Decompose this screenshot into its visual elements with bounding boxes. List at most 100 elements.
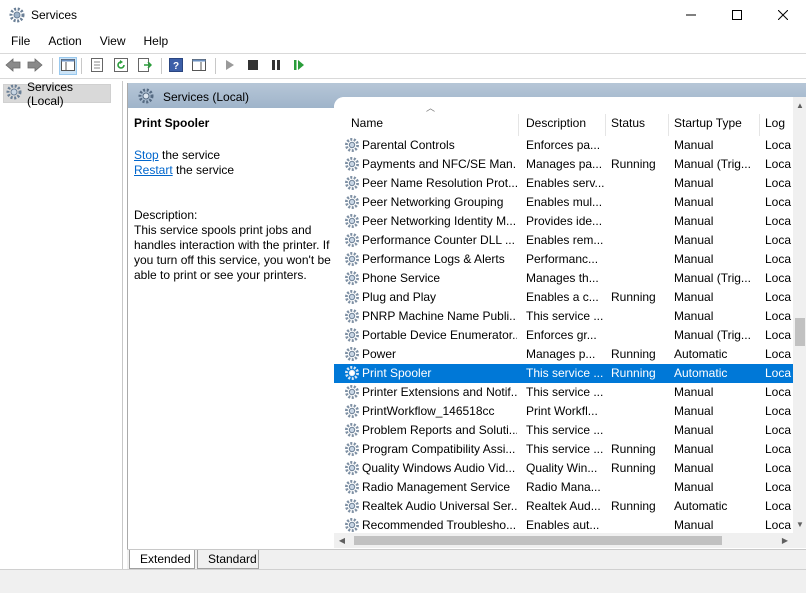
column-header-description[interactable]: Description <box>521 114 606 136</box>
table-row[interactable]: Power Manages p... Running Automatic Loca <box>334 345 793 364</box>
column-header-name[interactable]: Name <box>346 114 519 136</box>
table-row[interactable]: Phone Service Manages th... Manual (Trig..… <box>334 269 793 288</box>
export-list-button[interactable] <box>136 57 154 75</box>
scroll-right-icon[interactable]: ▶ <box>777 533 793 548</box>
refresh-button[interactable] <box>112 57 130 75</box>
restart-service-icon <box>293 59 305 74</box>
service-status-cell: Running <box>611 442 656 456</box>
vertical-scroll-thumb[interactable] <box>795 318 805 346</box>
services-list: ︿ Name Description Status Startup Type L… <box>334 97 806 548</box>
service-logon-cell: Loca <box>765 138 792 152</box>
table-row[interactable]: Realtek Audio Universal Ser... Realtek Au… <box>334 497 793 516</box>
table-row[interactable]: Plug and Play Enables a c... Running Manual… <box>334 288 793 307</box>
table-row[interactable]: PNRP Machine Name Publi... This service .… <box>334 307 793 326</box>
gear-icon <box>9 7 25 23</box>
table-row[interactable]: Peer Networking Grouping Enables mul... Ma… <box>334 193 793 212</box>
maximize-button[interactable] <box>714 0 760 31</box>
service-gear-icon <box>344 232 360 248</box>
service-description-cell: This service ... <box>526 442 604 456</box>
tree-item-services-local[interactable]: Services (Local) <box>3 80 111 108</box>
close-button[interactable] <box>760 0 806 31</box>
show-hide-action-pane-button[interactable] <box>190 57 208 75</box>
service-startup-cell: Automatic <box>674 347 728 361</box>
tab-standard[interactable]: Standard <box>197 550 259 569</box>
table-row[interactable]: Program Compatibility Assi... This servic… <box>334 440 793 459</box>
service-logon-cell: Loca <box>765 290 792 304</box>
service-name-cell: Peer Networking Identity M... <box>362 214 517 228</box>
service-name-cell: Radio Management Service <box>362 480 511 494</box>
services-pane: Services (Local) Print Spooler Stop the … <box>127 83 806 569</box>
table-row[interactable]: Peer Networking Identity M... Provides id… <box>334 212 793 231</box>
service-name-cell: Phone Service <box>362 271 441 285</box>
service-gear-icon <box>344 175 360 191</box>
service-logon-cell: Loca <box>765 309 792 323</box>
service-detail-panel: Print Spooler Stop the service Restart t… <box>128 108 334 548</box>
service-logon-cell: Loca <box>765 157 792 171</box>
service-gear-icon <box>344 517 360 533</box>
service-description-cell: Manages pa... <box>526 157 603 171</box>
service-description-cell: Manages th... <box>526 271 599 285</box>
back-button[interactable] <box>4 57 22 75</box>
table-row[interactable]: Performance Counter DLL ... Enables rem..… <box>334 231 793 250</box>
show-hide-console-tree-button[interactable] <box>59 57 77 75</box>
table-row[interactable]: Print Spooler This service ... Running Auto… <box>334 364 793 383</box>
table-row[interactable]: Recommended Troublesho... Enables aut... M… <box>334 516 793 533</box>
column-header-status[interactable]: Status <box>606 114 669 136</box>
tab-extended[interactable]: Extended <box>129 550 195 569</box>
table-row[interactable]: Payments and NFC/SE Man... Manages pa... R… <box>334 155 793 174</box>
horizontal-scroll-thumb[interactable] <box>354 536 722 545</box>
service-startup-cell: Manual (Trig... <box>674 328 751 342</box>
help-button[interactable]: ? <box>167 57 185 75</box>
column-header-startup-type[interactable]: Startup Type <box>669 114 760 136</box>
minimize-icon <box>686 9 696 23</box>
stop-service-button[interactable] <box>244 57 262 75</box>
stop-service-icon <box>248 59 258 73</box>
service-name-cell: Program Compatibility Assi... <box>362 442 516 456</box>
service-description-cell: Print Workfl... <box>526 404 598 418</box>
menu-file[interactable]: File <box>0 31 37 53</box>
table-row[interactable]: Radio Management Service Radio Mana... Man… <box>334 478 793 497</box>
pause-service-button[interactable] <box>267 57 285 75</box>
vertical-scrollbar[interactable]: ▲ ▼ <box>793 97 806 548</box>
service-startup-cell: Manual <box>674 480 714 494</box>
horizontal-scrollbar[interactable]: ◀ ▶ <box>334 533 793 548</box>
table-row[interactable]: Printer Extensions and Notif... This serv… <box>334 383 793 402</box>
description-label: Description: <box>134 208 198 222</box>
forward-button[interactable] <box>26 57 44 75</box>
column-header-log-on[interactable]: Log <box>760 114 793 136</box>
stop-service-link[interactable]: Stop <box>134 148 159 162</box>
svg-text:?: ? <box>173 61 179 72</box>
menu-view[interactable]: View <box>89 31 133 53</box>
back-arrow-icon <box>5 57 21 75</box>
status-bar <box>0 569 806 593</box>
table-row[interactable]: PrintWorkflow_146518cc Print Workfl... Man… <box>334 402 793 421</box>
service-gear-icon <box>344 213 360 229</box>
table-row[interactable]: Quality Windows Audio Vid... Quality Win.… <box>334 459 793 478</box>
scroll-left-icon[interactable]: ◀ <box>334 533 350 548</box>
service-startup-cell: Manual <box>674 442 714 456</box>
window-title: Services <box>31 8 78 22</box>
restart-service-button[interactable] <box>290 57 308 75</box>
service-gear-icon <box>344 422 360 438</box>
table-row[interactable]: Portable Device Enumerator... Enforces gr… <box>334 326 793 345</box>
column-header-startup-label: Startup Type <box>674 116 742 130</box>
scroll-up-icon[interactable]: ▲ <box>793 97 806 113</box>
menu-action[interactable]: Action <box>37 31 88 53</box>
service-gear-icon <box>344 194 360 210</box>
service-description-cell: This service ... <box>526 385 604 399</box>
properties-button[interactable] <box>88 57 106 75</box>
table-row[interactable]: Problem Reports and Soluti... This servic… <box>334 421 793 440</box>
menu-help[interactable]: Help <box>133 31 176 53</box>
service-startup-cell: Manual <box>674 233 714 247</box>
service-name-cell: Peer Networking Grouping <box>362 195 504 209</box>
table-row[interactable]: Performance Logs & Alerts Performanc... Ma… <box>334 250 793 269</box>
restart-service-link[interactable]: Restart <box>134 163 173 177</box>
minimize-button[interactable] <box>668 0 714 31</box>
service-description-cell: Enforces gr... <box>526 328 597 342</box>
table-row[interactable]: Peer Name Resolution Prot... Enables serv… <box>334 174 793 193</box>
properties-icon <box>90 57 104 75</box>
service-name-cell: Print Spooler <box>362 366 432 380</box>
scroll-down-icon[interactable]: ▼ <box>793 516 806 532</box>
start-service-button[interactable] <box>221 57 239 75</box>
table-row[interactable]: Parental Controls Enforces pa... Manual Loc… <box>334 136 793 155</box>
